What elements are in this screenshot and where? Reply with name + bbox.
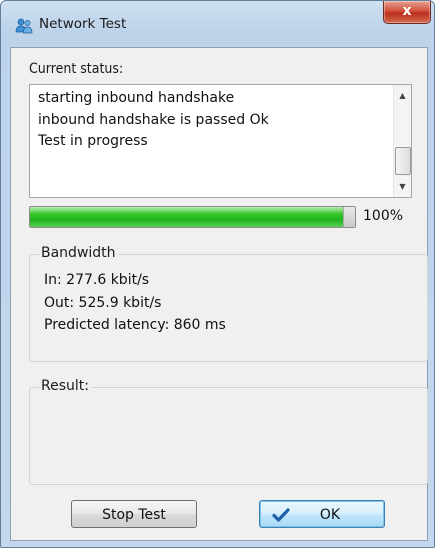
progress-remainder: [343, 207, 355, 227]
checkmark-icon: [272, 508, 290, 522]
dialog-client-area: Current status: starting inbound handsha…: [10, 47, 428, 541]
ok-button[interactable]: OK: [259, 500, 385, 528]
scroll-down-icon[interactable]: ▼: [394, 178, 411, 195]
title-bar[interactable]: Network Test x: [1, 1, 434, 47]
ok-label: OK: [319, 507, 341, 523]
progress-percent: 100%: [363, 208, 404, 224]
predicted-latency: Predicted latency: 860 ms: [44, 317, 226, 333]
bandwidth-group: Bandwidth In: 277.6 kbit/s Out: 525.9 kb…: [29, 245, 428, 362]
network-test-window: Network Test x Current status: starting …: [0, 0, 435, 548]
bandwidth-title: Bandwidth: [39, 245, 118, 261]
progress-fill: [30, 207, 349, 227]
close-button[interactable]: x: [383, 1, 431, 24]
bandwidth-in: In: 277.6 kbit/s: [44, 272, 150, 288]
app-users-icon: [15, 18, 33, 34]
status-scrollbar[interactable]: ▲ ▼: [393, 85, 411, 197]
scroll-up-icon[interactable]: ▲: [394, 87, 411, 104]
stop-test-button[interactable]: Stop Test: [71, 500, 197, 528]
bandwidth-out: Out: 525.9 kbit/s: [44, 294, 162, 311]
current-status-label: Current status:: [29, 61, 124, 77]
bandwidth-values: In: 277.6 kbit/s Out: 525.9 kbit/s Predi…: [44, 269, 226, 337]
window-title: Network Test: [39, 16, 127, 32]
status-lines: starting inbound handshake inbound hands…: [38, 88, 269, 153]
result-title: Result:: [39, 378, 91, 394]
status-line: Test in progress: [38, 133, 148, 149]
stop-test-label: Stop Test: [102, 507, 166, 523]
status-log[interactable]: starting inbound handshake inbound hands…: [29, 84, 412, 198]
status-line: starting inbound handshake: [38, 90, 235, 106]
close-icon: x: [402, 3, 412, 19]
scroll-thumb[interactable]: [395, 147, 411, 175]
test-progress-bar: [29, 206, 356, 228]
result-group: Result:: [29, 378, 428, 485]
status-line: inbound handshake is passed Ok: [38, 111, 269, 128]
